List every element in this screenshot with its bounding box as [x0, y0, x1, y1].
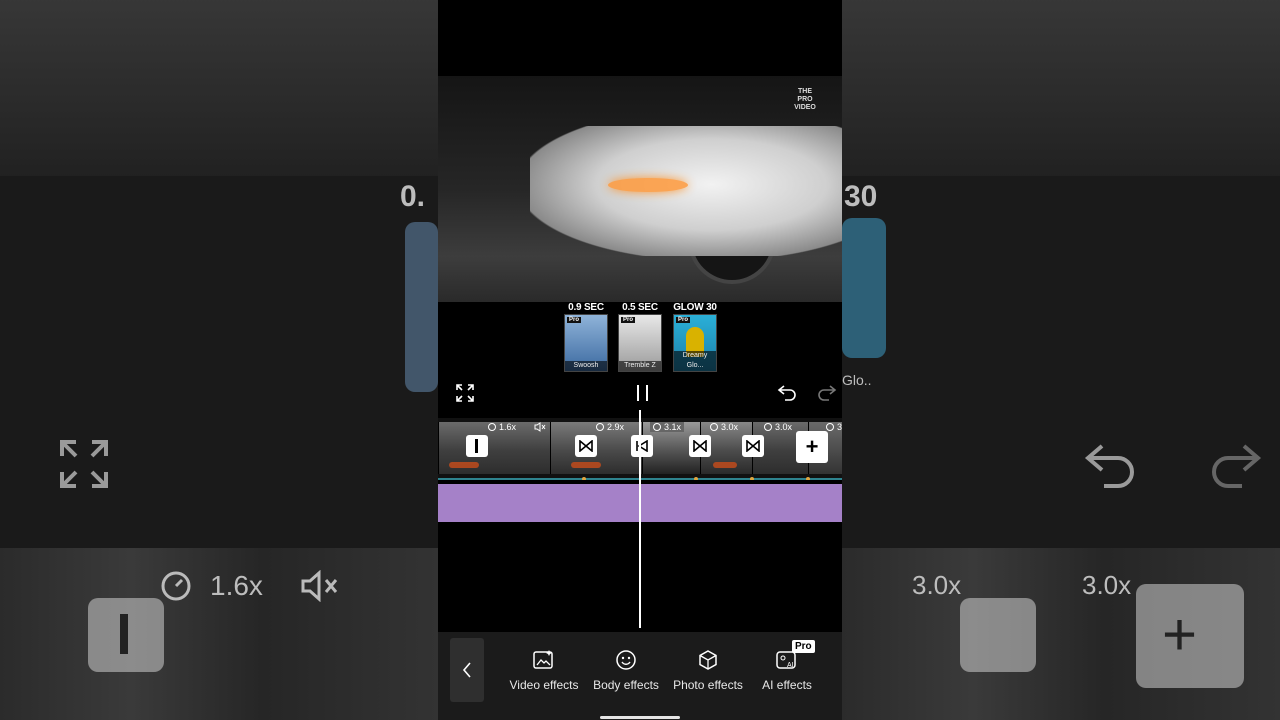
sticker-label: Swoosh — [565, 361, 607, 371]
home-indicator — [600, 716, 680, 719]
background-speed-text: 1.6x — [210, 570, 263, 601]
effects-toolbar: Video effects Body effects Photo effects… — [438, 632, 842, 720]
undo-icon[interactable] — [772, 378, 802, 408]
transition-button[interactable] — [742, 435, 764, 457]
video-effects-label: Video effects — [509, 678, 579, 692]
photo-effects-icon — [668, 648, 748, 672]
body-effects-button[interactable]: Body effects — [586, 648, 666, 692]
background-speed-icon — [161, 571, 191, 601]
video-preview[interactable]: THE PRO VIDEO — [438, 76, 842, 302]
speed-icon — [653, 423, 661, 431]
transition-button[interactable] — [689, 435, 711, 457]
background-glow-text: Glo.. — [842, 372, 872, 388]
watermark-logo: THE PRO VIDEO — [794, 88, 816, 111]
mute-icon[interactable] — [534, 422, 546, 432]
transition-button[interactable] — [631, 435, 653, 457]
chevron-left-icon — [462, 662, 471, 678]
background-right-panel: 30 Glo.. 3.0x 3.0x + — [842, 0, 1280, 720]
effect-sticker-glow[interactable]: GLOW 30 Pro Dreamy Glo... — [672, 302, 718, 372]
keyframe-dot — [694, 477, 698, 480]
background-undo-icon — [1084, 444, 1134, 488]
video-effects-icon — [504, 648, 584, 672]
sticker-thumbnail: Pro Swoosh — [564, 314, 608, 372]
transition-button[interactable] — [575, 435, 597, 457]
playhead[interactable] — [639, 410, 641, 628]
clip-speed: 2.9x — [596, 422, 624, 432]
speed-icon — [826, 423, 834, 431]
background-left-panel: 0. 1.6x — [0, 0, 438, 720]
pro-badge: Pro — [567, 317, 582, 323]
keyframe-dot — [750, 477, 754, 480]
effect-sticker-tremble[interactable]: 0.5 SEC Pro Tremble Z — [617, 302, 663, 372]
car-headlight-glow — [608, 178, 688, 192]
clip-speed: 1.6x — [488, 422, 516, 432]
expand-icon[interactable] — [450, 378, 480, 408]
sticker-thumbnail: Pro Tremble Z — [618, 314, 662, 372]
trim-handle[interactable] — [466, 435, 488, 457]
car-image — [530, 126, 842, 256]
pro-badge: Pro — [621, 317, 636, 323]
background-speed-text-b: 3.0x — [1082, 570, 1132, 600]
keyframe-dot — [582, 477, 586, 480]
body-effects-icon — [586, 648, 666, 672]
background-speed-text-a: 3.0x — [912, 570, 962, 600]
speed-icon — [488, 423, 496, 431]
background-caption-left: 0. — [400, 180, 426, 213]
clip-speed: 3 — [826, 422, 842, 432]
pro-badge: Pro — [792, 640, 815, 653]
background-add-glyph: + — [1162, 601, 1198, 668]
speed-icon — [764, 423, 772, 431]
back-button[interactable] — [450, 638, 484, 702]
add-clip-button[interactable]: + — [796, 431, 828, 463]
photo-effects-label: Photo effects — [673, 678, 743, 692]
sticker-caption: GLOW 30 — [673, 302, 717, 313]
redo-icon[interactable] — [812, 378, 842, 408]
sticker-label: Dreamy Glo... — [674, 351, 716, 371]
background-sticker-thumb — [405, 222, 438, 392]
sticker-thumbnail: Pro Dreamy Glo... — [673, 314, 717, 372]
speed-icon — [596, 423, 604, 431]
video-effects-button[interactable]: Video effects — [504, 648, 584, 692]
effect-sticker-swoosh[interactable]: 0.9 SEC Pro Swoosh — [563, 302, 609, 372]
ai-effects-label: AI effects — [762, 678, 812, 692]
background-redo-icon — [1212, 444, 1262, 488]
clip-speed: 3.1x — [650, 422, 685, 432]
ai-effects-icon: AI — [747, 648, 827, 672]
speed-icon — [710, 423, 718, 431]
background-caption-right: 30 — [844, 180, 878, 213]
background-expand-icon — [60, 440, 108, 488]
sticker-caption: 0.5 SEC — [622, 302, 658, 313]
editor-screen: THE PRO VIDEO 0.9 SEC Pro Swoosh 0.5 SEC… — [438, 0, 842, 720]
sticker-caption: 0.9 SEC — [568, 302, 604, 313]
photo-effects-button[interactable]: Photo effects — [668, 648, 748, 692]
background-mute-icon — [301, 570, 338, 602]
background-photo — [842, 0, 1280, 176]
ai-effects-button[interactable]: AI AI effects — [747, 648, 827, 692]
pro-badge: Pro — [676, 317, 691, 323]
playback-controls — [438, 378, 842, 408]
svg-text:AI: AI — [787, 662, 794, 669]
background-sticker-thumb — [842, 218, 886, 358]
background-photo — [0, 0, 438, 176]
background-transition-tile — [960, 598, 1036, 672]
body-effects-label: Body effects — [593, 678, 659, 692]
clip-speed: 3.0x — [710, 422, 738, 432]
pause-icon[interactable] — [628, 378, 658, 408]
sticker-label: Tremble Z — [619, 361, 661, 371]
effect-stickers: 0.9 SEC Pro Swoosh 0.5 SEC Pro Tremble Z… — [438, 302, 842, 374]
clip-speed: 3.0x — [764, 422, 792, 432]
keyframe-dot — [806, 477, 810, 480]
background-trim-handle — [120, 614, 128, 654]
